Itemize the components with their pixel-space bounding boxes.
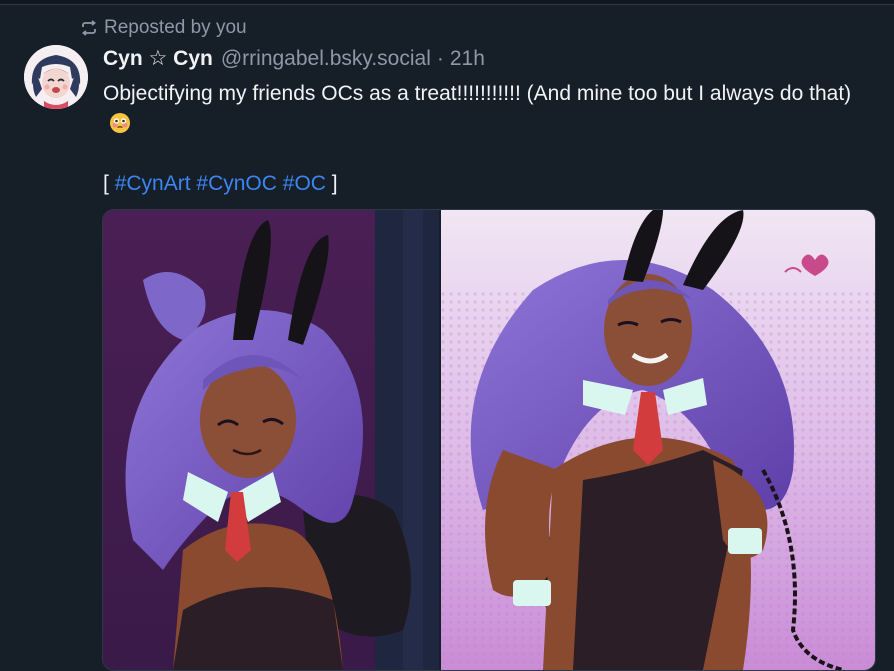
- hashtag-cynart[interactable]: #CynArt: [115, 172, 191, 195]
- tags-open-bracket: [: [103, 172, 109, 195]
- hashtag-oc[interactable]: #OC: [283, 172, 326, 195]
- left-artwork[interactable]: [103, 210, 439, 670]
- repost-label: Reposted by you: [104, 17, 247, 38]
- post-body-text: Objectifying my friends OCs as a treat!!…: [103, 82, 852, 105]
- tags-close-bracket: ]: [331, 172, 338, 195]
- post-timestamp[interactable]: 21h: [450, 47, 485, 71]
- hashtag-cynoc[interactable]: #CynOC: [196, 172, 277, 195]
- avatar[interactable]: [24, 45, 88, 109]
- author-handle[interactable]: @rringabel.bsky.social: [221, 47, 431, 71]
- top-divider: [0, 0, 894, 5]
- right-artwork[interactable]: [441, 210, 875, 670]
- post-text: Objectifying my friends OCs as a treat!!…: [103, 79, 873, 143]
- flushed-face-icon: [109, 112, 131, 143]
- post-image-gallery[interactable]: [102, 209, 876, 671]
- hashtag-line: [ #CynArt #CynOC #OC ]: [103, 169, 338, 199]
- repost-icon: [80, 20, 98, 36]
- post-header: Cyn ☆ Cyn @rringabel.bsky.social · 21h: [103, 46, 485, 71]
- repost-indicator[interactable]: Reposted by you: [80, 17, 247, 39]
- author-display-name[interactable]: Cyn ☆ Cyn: [103, 46, 213, 71]
- header-separator: ·: [436, 47, 444, 70]
